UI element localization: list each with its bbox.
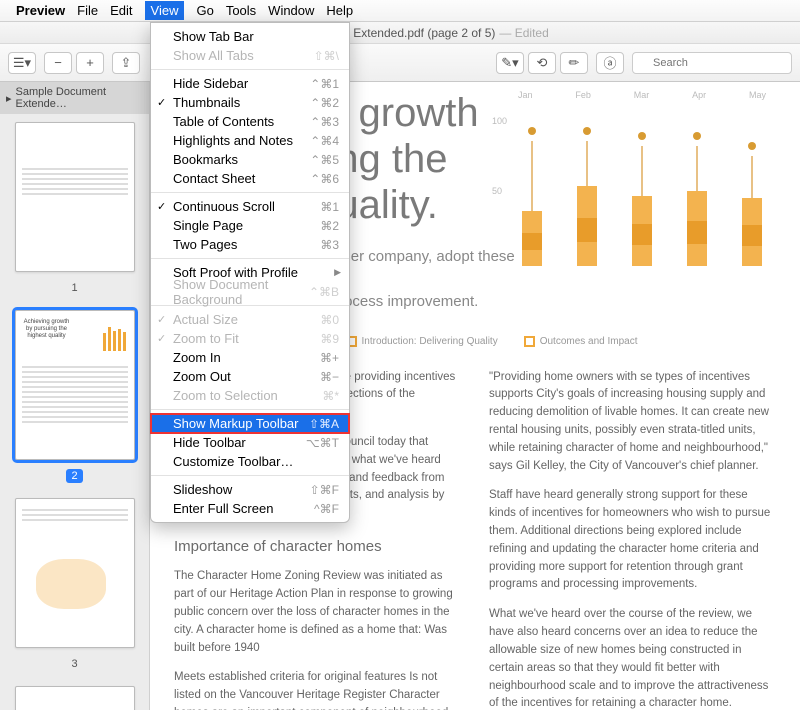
share-button[interactable]: ⇪ bbox=[112, 52, 140, 74]
menu-item-hide-sidebar[interactable]: Hide Sidebar⌃⌘1 bbox=[151, 74, 349, 93]
view-menu-dropdown: Show Tab BarShow All Tabs⇧⌘\ Hide Sidebar… bbox=[150, 22, 350, 523]
sidebar-header[interactable]: ▸ Sample Document Extende… bbox=[0, 82, 149, 114]
rotate-button[interactable]: ⟲ bbox=[528, 52, 556, 74]
menu-item-actual-size: Actual Size⌘0 bbox=[151, 310, 349, 329]
menu-item-show-tab-bar[interactable]: Show Tab Bar bbox=[151, 27, 349, 46]
menu-item-hide-toolbar[interactable]: Hide Toolbar⌥⌘T bbox=[151, 433, 349, 452]
menu-item-bookmarks[interactable]: Bookmarks⌃⌘5 bbox=[151, 150, 349, 169]
menu-item-two-pages[interactable]: Two Pages⌘3 bbox=[151, 235, 349, 254]
menu-item-enter-full-screen[interactable]: Enter Full Screen^⌘F bbox=[151, 499, 349, 518]
menubar: Preview File Edit View Go Tools Window H… bbox=[0, 0, 800, 22]
legend-swatch-icon bbox=[524, 336, 535, 347]
extra-button[interactable]: ⓐ bbox=[596, 52, 624, 74]
toolbar: ☰▾ − + ⇪ ✎▾ ⟲ ✏ ⓐ 🔍 bbox=[0, 44, 800, 82]
menu-item-slideshow[interactable]: Slideshow⇧⌘F bbox=[151, 480, 349, 499]
sidebar-toggle-button[interactable]: ☰▾ bbox=[8, 52, 36, 74]
menu-item-zoom-in[interactable]: Zoom In⌘+ bbox=[151, 348, 349, 367]
bar-chart: Jan Feb Mar Apr May 100 50 bbox=[512, 90, 772, 280]
menu-help[interactable]: Help bbox=[326, 3, 353, 18]
edited-indicator: — Edited bbox=[499, 26, 548, 40]
thumbnails-sidebar: ▸ Sample Document Extende… 1 Achieving g… bbox=[0, 82, 150, 710]
menu-window[interactable]: Window bbox=[268, 3, 314, 18]
menu-view[interactable]: View bbox=[145, 1, 185, 20]
menu-item-show-all-tabs: Show All Tabs⇧⌘\ bbox=[151, 46, 349, 65]
zoom-in-button[interactable]: + bbox=[76, 52, 104, 74]
thumbnail-page-4[interactable] bbox=[8, 686, 141, 710]
sidebar-title: Sample Document Extende… bbox=[16, 86, 143, 110]
menu-tools[interactable]: Tools bbox=[226, 3, 256, 18]
menu-item-customize-toolbar-[interactable]: Customize Toolbar… bbox=[151, 452, 349, 471]
page-number: 3 bbox=[71, 658, 77, 670]
menu-item-show-markup-toolbar[interactable]: Show Markup Toolbar⇧⌘A bbox=[151, 414, 349, 433]
menu-item-continuous-scroll[interactable]: Continuous Scroll⌘1 bbox=[151, 197, 349, 216]
menu-item-highlights-and-notes[interactable]: Highlights and Notes⌃⌘4 bbox=[151, 131, 349, 150]
menu-item-contact-sheet[interactable]: Contact Sheet⌃⌘6 bbox=[151, 169, 349, 188]
menu-item-single-page[interactable]: Single Page⌘2 bbox=[151, 216, 349, 235]
menu-file[interactable]: File bbox=[77, 3, 98, 18]
menu-item-zoom-to-selection: Zoom to Selection⌘* bbox=[151, 386, 349, 405]
menu-item-zoom-to-fit: Zoom to Fit⌘9 bbox=[151, 329, 349, 348]
search-field-wrap: 🔍 bbox=[632, 52, 792, 74]
highlight-button[interactable]: ✎▾ bbox=[496, 52, 524, 74]
app-name[interactable]: Preview bbox=[16, 3, 65, 18]
search-input[interactable] bbox=[632, 52, 792, 74]
page-number: 1 bbox=[71, 282, 77, 294]
disclosure-icon: ▸ bbox=[6, 92, 12, 105]
window-titlebar: Sample Document Extended.pdf (page 2 of … bbox=[0, 22, 800, 44]
thumbnail-page-1[interactable]: 1 bbox=[8, 122, 141, 296]
markup-button[interactable]: ✏ bbox=[560, 52, 588, 74]
menu-item-thumbnails[interactable]: Thumbnails⌃⌘2 bbox=[151, 93, 349, 112]
page-number: 2 bbox=[66, 469, 82, 483]
menu-item-show-document-background: Show Document Background⌃⌘B bbox=[151, 282, 349, 301]
menu-go[interactable]: Go bbox=[196, 3, 213, 18]
thumbnail-page-3[interactable]: 3 bbox=[8, 498, 141, 672]
zoom-out-button[interactable]: − bbox=[44, 52, 72, 74]
content-area: ▸ Sample Document Extende… 1 Achieving g… bbox=[0, 82, 800, 710]
thumbnail-page-2[interactable]: Achieving growth by pursuing the highest… bbox=[8, 310, 141, 484]
menu-edit[interactable]: Edit bbox=[110, 3, 132, 18]
menu-item-zoom-out[interactable]: Zoom Out⌘− bbox=[151, 367, 349, 386]
menu-item-table-of-contents[interactable]: Table of Contents⌃⌘3 bbox=[151, 112, 349, 131]
